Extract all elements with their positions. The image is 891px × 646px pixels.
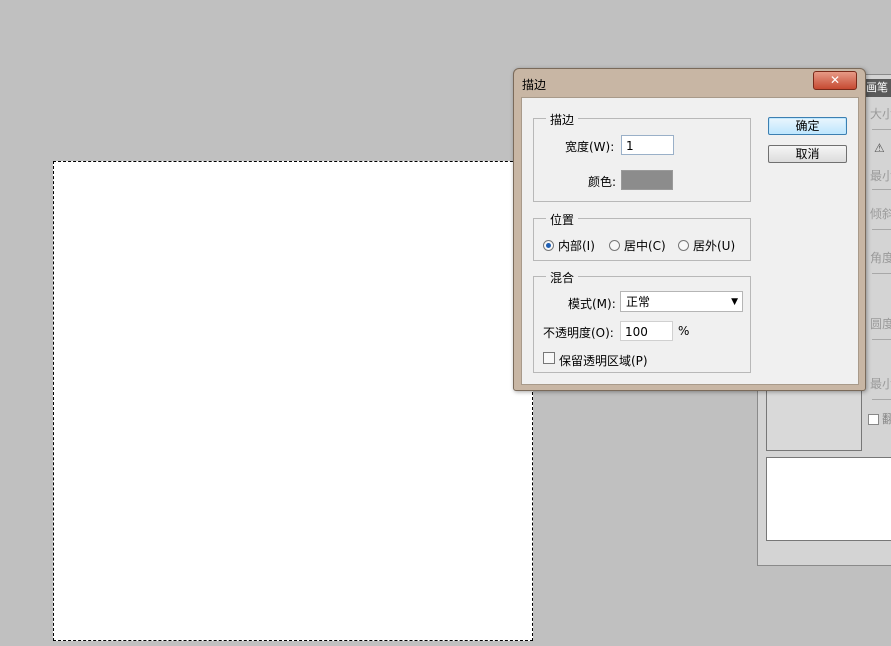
close-button[interactable]: ✕ [813, 71, 857, 90]
brush-roundness-label: 圆度 [870, 317, 891, 331]
brush-flip-label: 翻 [882, 412, 891, 426]
brush-min2-slider[interactable] [872, 399, 891, 400]
brush-stroke-preview [766, 457, 891, 541]
color-label: 颜色: [588, 175, 617, 189]
document-canvas-selection[interactable] [53, 161, 533, 641]
location-outside-radio[interactable] [678, 240, 689, 251]
stroke-group: 描边 宽度(W): 1 颜色: [533, 111, 751, 202]
brush-panel-title: 画笔 [866, 79, 891, 97]
blend-mode-select[interactable]: 正常 ▼ [620, 291, 743, 312]
warning-icon: ⚠ [874, 141, 885, 155]
brush-tilt-label: 倾斜 [870, 207, 891, 221]
brush-min2-label: 最小 [870, 377, 891, 391]
opacity-input[interactable]: 100 [620, 321, 673, 341]
brush-tilt-slider[interactable] [872, 229, 891, 230]
blend-group: 混合 模式(M): 正常 ▼ 不透明度(O): 100 % 保留透明区域(P) [533, 269, 751, 373]
brush-angle-label: 角度 [870, 251, 891, 265]
width-label: 宽度(W): [565, 140, 615, 154]
stroke-color-swatch[interactable] [621, 170, 673, 190]
location-group-title: 位置 [546, 211, 579, 228]
location-outside-label[interactable]: 居外(U) [693, 237, 735, 254]
close-icon: ✕ [829, 73, 841, 87]
brush-flip-checkbox[interactable] [868, 414, 879, 425]
location-inside-radio[interactable] [543, 240, 554, 251]
brush-angle-slider[interactable] [872, 273, 891, 274]
preserve-transparency-label[interactable]: 保留透明区域(P) [559, 352, 648, 369]
cancel-button[interactable]: 取消 [768, 145, 847, 163]
ok-button[interactable]: 确定 [768, 117, 847, 135]
preserve-transparency-checkbox[interactable] [543, 352, 555, 364]
brush-roundness-slider[interactable] [872, 339, 891, 340]
blend-mode-label: 模式(M): [568, 297, 616, 311]
opacity-unit: % [678, 324, 690, 338]
location-inside-label[interactable]: 内部(I) [558, 237, 595, 254]
dialog-titlebar[interactable]: 描边 ✕ [514, 69, 865, 97]
width-input[interactable]: 1 [621, 135, 674, 155]
brush-size-label: 大小 [870, 107, 891, 121]
stroke-group-title: 描边 [546, 111, 579, 128]
brush-size-slider[interactable] [872, 129, 891, 130]
opacity-label: 不透明度(O): [543, 326, 614, 340]
brush-min-slider[interactable] [872, 189, 891, 190]
dropdown-arrow-icon: ▼ [731, 297, 738, 307]
stroke-dialog: 描边 ✕ 描边 宽度(W): 1 颜色: 位置 内部(I) 居中(C) 居外(U… [513, 68, 866, 391]
dialog-title: 描边 [522, 78, 547, 92]
dialog-body: 描边 宽度(W): 1 颜色: 位置 内部(I) 居中(C) 居外(U) 混合 … [521, 97, 859, 385]
location-group: 位置 内部(I) 居中(C) 居外(U) [533, 211, 751, 261]
location-center-radio[interactable] [609, 240, 620, 251]
brush-min-label: 最小 [870, 169, 891, 183]
blend-group-title: 混合 [546, 269, 579, 286]
blend-mode-value: 正常 [626, 295, 651, 309]
location-center-label[interactable]: 居中(C) [624, 237, 666, 254]
